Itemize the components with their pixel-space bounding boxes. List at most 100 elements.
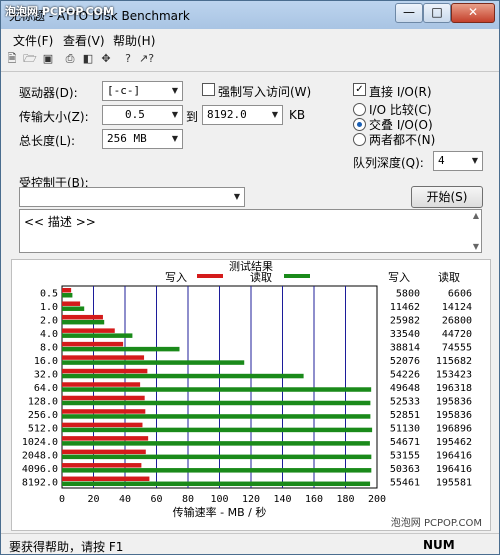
scroll-down-icon[interactable]: ▼ bbox=[473, 242, 479, 251]
io-compare-radio[interactable] bbox=[353, 103, 366, 116]
print-preview-icon[interactable]: ◧ bbox=[81, 52, 95, 66]
read-value-label: 115682 bbox=[436, 356, 472, 367]
y-tick-label: 128.0 bbox=[28, 396, 58, 407]
y-tick-label: 32.0 bbox=[34, 370, 58, 381]
app-window: 无标题 - ATTO Disk Benchmark 泡泡网 PCPOP.COM … bbox=[0, 0, 500, 555]
read-value-label: 26800 bbox=[442, 316, 472, 327]
read-column-header: 读取 bbox=[438, 270, 460, 284]
menu-view[interactable]: 查看(V) bbox=[63, 32, 105, 49]
y-tick-label: 8.0 bbox=[40, 343, 58, 354]
y-tick-label: 256.0 bbox=[28, 410, 58, 421]
write-value-label: 54671 bbox=[390, 437, 420, 448]
drive-label: 驱动器(D): bbox=[19, 86, 78, 100]
read-bar bbox=[62, 400, 371, 406]
menu-bar: 文件(F) 查看(V) 帮助(H) bbox=[1, 29, 499, 49]
x-tick-label: 40 bbox=[119, 494, 131, 505]
read-bar bbox=[62, 346, 180, 352]
y-tick-label: 4.0 bbox=[40, 329, 58, 340]
write-bar bbox=[62, 368, 148, 374]
minimize-button[interactable]: — bbox=[395, 3, 423, 23]
read-bar bbox=[62, 441, 370, 446]
write-bar bbox=[62, 301, 81, 306]
read-bar bbox=[62, 414, 371, 419]
chevron-down-icon: ▼ bbox=[271, 110, 279, 119]
read-value-label: 74555 bbox=[442, 343, 472, 354]
chevron-down-icon: ▼ bbox=[171, 134, 179, 143]
write-value-label: 25982 bbox=[390, 316, 420, 327]
neither-label: 两者都不(N) bbox=[369, 133, 436, 147]
legend-read-swatch bbox=[284, 274, 310, 278]
force-write-label: 强制写入访问(W) bbox=[218, 85, 312, 99]
queue-depth-select[interactable]: 4 ▼ bbox=[433, 151, 483, 171]
read-bar bbox=[62, 373, 304, 379]
overlap-io-radio[interactable] bbox=[353, 118, 366, 131]
context-help-icon[interactable]: ↗? bbox=[139, 52, 154, 66]
legend-write-label: 写入 bbox=[165, 271, 187, 284]
num-lock-indicator: NUM bbox=[423, 538, 455, 552]
maximize-button[interactable]: □ bbox=[423, 3, 451, 23]
read-value-label: 196318 bbox=[436, 383, 472, 394]
menu-file[interactable]: 文件(F) bbox=[13, 32, 53, 49]
move-icon[interactable]: ✥ bbox=[99, 52, 113, 66]
y-tick-label: 4096.0 bbox=[22, 464, 58, 475]
print-icon[interactable]: ⎙ bbox=[63, 52, 77, 66]
new-file-icon[interactable]: 🗎 bbox=[5, 52, 19, 66]
write-bar bbox=[62, 395, 145, 401]
write-bar bbox=[62, 328, 115, 333]
menu-help[interactable]: 帮助(H) bbox=[113, 32, 155, 49]
status-bar: 要获得帮助，请按 F1 NUM bbox=[1, 533, 499, 555]
legend-write-swatch bbox=[197, 274, 223, 278]
neither-radio[interactable] bbox=[353, 133, 366, 146]
close-button[interactable]: ✕ bbox=[451, 3, 495, 23]
start-button[interactable]: 开始(S) bbox=[411, 186, 483, 208]
read-value-label: 195836 bbox=[436, 410, 472, 421]
y-tick-label: 64.0 bbox=[34, 383, 58, 394]
write-value-label: 49648 bbox=[390, 383, 420, 394]
title-bar[interactable]: 无标题 - ATTO Disk Benchmark 泡泡网 PCPOP.COM … bbox=[1, 1, 499, 29]
read-value-label: 196416 bbox=[436, 450, 472, 461]
write-value-label: 52533 bbox=[390, 396, 420, 407]
description-box[interactable]: << 描述 >> ▲ ▼ bbox=[19, 209, 482, 253]
controlled-by-select[interactable]: ▼ bbox=[19, 187, 245, 207]
y-tick-label: 2048.0 bbox=[22, 450, 58, 461]
write-bar bbox=[62, 341, 124, 347]
open-folder-icon[interactable]: 🗁 bbox=[23, 52, 37, 66]
x-tick-label: 60 bbox=[150, 494, 162, 505]
transfer-from-select[interactable]: 0.5 ▼ bbox=[102, 105, 183, 125]
y-tick-label: 512.0 bbox=[28, 423, 58, 434]
drive-select[interactable]: [-c-] ▼ bbox=[102, 81, 183, 101]
description-text: << 描述 >> bbox=[24, 215, 96, 229]
save-icon[interactable]: ▣ bbox=[41, 52, 55, 66]
y-tick-label: 16.0 bbox=[34, 356, 58, 367]
read-value-label: 153423 bbox=[436, 370, 472, 381]
read-bar bbox=[62, 427, 373, 433]
kb-label: KB bbox=[289, 108, 306, 122]
direct-io-checkbox[interactable]: ✓ bbox=[353, 83, 366, 96]
write-column-header: 写入 bbox=[388, 271, 410, 284]
transfer-to-select[interactable]: 8192.0 ▼ bbox=[202, 105, 283, 125]
write-bar bbox=[62, 463, 142, 468]
read-value-label: 6606 bbox=[448, 289, 472, 300]
x-tick-label: 140 bbox=[273, 494, 291, 505]
x-tick-label: 0 bbox=[59, 494, 65, 505]
read-bar bbox=[62, 319, 105, 325]
status-help-text: 要获得帮助，请按 F1 bbox=[9, 540, 124, 554]
write-value-label: 52851 bbox=[390, 410, 420, 421]
help-icon[interactable]: ? bbox=[121, 52, 135, 66]
scroll-up-icon[interactable]: ▲ bbox=[473, 211, 479, 220]
write-value-label: 11462 bbox=[390, 302, 420, 313]
queue-depth-label: 队列深度(Q): bbox=[353, 156, 424, 170]
read-bar bbox=[62, 454, 372, 460]
write-bar bbox=[62, 409, 146, 414]
write-bar bbox=[62, 355, 145, 360]
force-write-checkbox[interactable] bbox=[202, 83, 215, 96]
read-value-label: 195581 bbox=[436, 477, 472, 488]
chevron-down-icon: ▼ bbox=[171, 110, 179, 119]
chevron-down-icon: ▼ bbox=[171, 86, 179, 95]
write-value-label: 51130 bbox=[390, 423, 420, 434]
results-chart: 测试结果 写入 读取 写入 读取 0 20 40 60 80 100 120 140 160 180 200 传… bbox=[11, 259, 491, 531]
total-length-select[interactable]: 256 MB ▼ bbox=[102, 129, 183, 149]
read-value-label: 195836 bbox=[436, 396, 472, 407]
read-bar bbox=[62, 468, 372, 473]
write-value-label: 55461 bbox=[390, 477, 420, 488]
